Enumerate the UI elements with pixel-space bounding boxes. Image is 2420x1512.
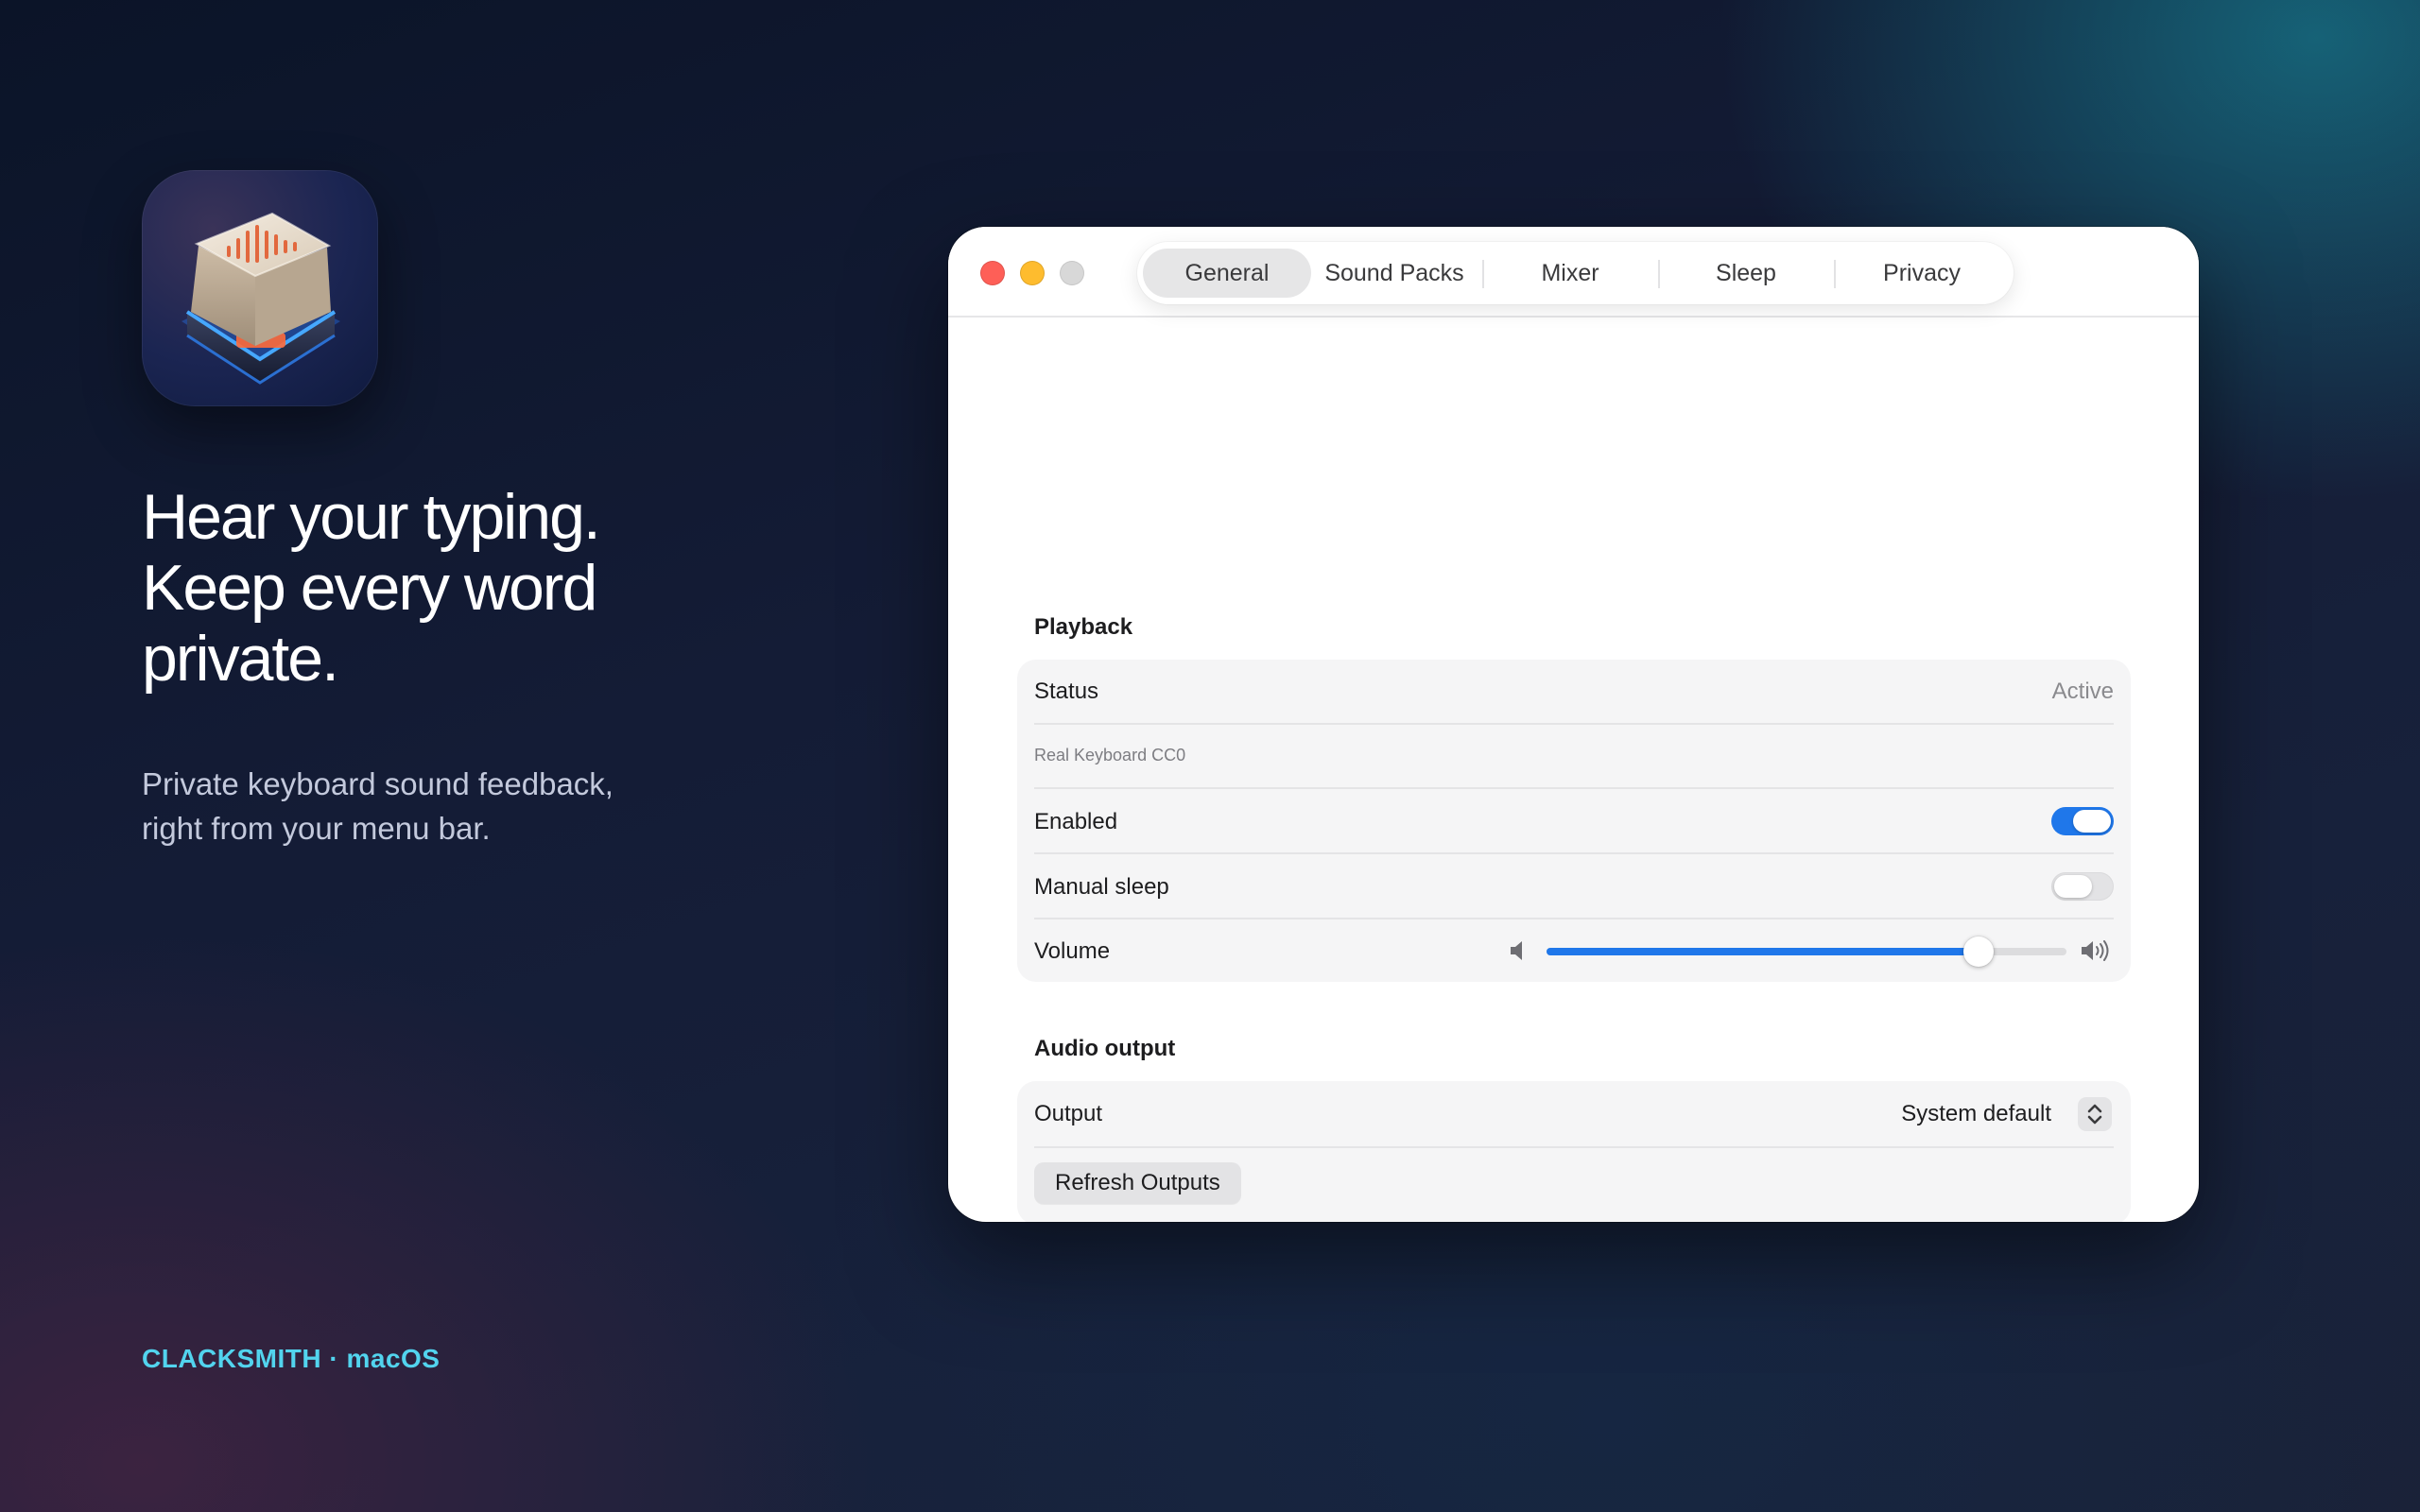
- tab-mixer[interactable]: Mixer: [1485, 249, 1655, 298]
- volume-row: Volume: [1034, 919, 2114, 982]
- manual-sleep-label: Manual sleep: [1034, 874, 1169, 900]
- tab-bar: General Sound Packs Mixer Sleep Privacy: [1137, 242, 2014, 304]
- status-row: Status Active: [1034, 660, 2114, 724]
- audio-output-section-title: Audio output: [1034, 1036, 1176, 1061]
- manual-sleep-toggle[interactable]: [2051, 872, 2114, 901]
- playback-group: Status Active Real Keyboard CC0 Enabled …: [1017, 660, 2131, 982]
- tab-privacy[interactable]: Privacy: [1837, 249, 2007, 298]
- general-pane: Playback Status Active Real Keyboard CC0…: [948, 318, 2199, 1222]
- speaker-high-icon: [2082, 940, 2109, 961]
- audio-output-group: Output System default Refresh Outputs: [1017, 1081, 2131, 1222]
- brand-label: CLACKSMITH · macOS: [142, 1344, 441, 1373]
- enabled-toggle[interactable]: [2051, 807, 2114, 835]
- volume-track[interactable]: [1547, 936, 2066, 967]
- subheadline-line: right from your menu bar.: [142, 811, 491, 846]
- tab-general[interactable]: General: [1143, 249, 1311, 298]
- volume-label: Volume: [1034, 938, 1111, 964]
- playback-section-title: Playback: [1034, 614, 1133, 640]
- tab-separator: [1482, 260, 1484, 288]
- keycap-soundwave-icon: [182, 212, 340, 385]
- refresh-outputs-button[interactable]: Refresh Outputs: [1034, 1162, 1241, 1204]
- output-select[interactable]: System default: [1901, 1101, 2051, 1127]
- settings-window: General Sound Packs Mixer Sleep Privacy …: [948, 227, 2199, 1222]
- sound-pack-row: Real Keyboard CC0: [1034, 725, 2114, 788]
- enabled-row: Enabled: [1034, 789, 2114, 853]
- volume-slider[interactable]: [1509, 932, 2114, 970]
- toggle-knob: [2073, 810, 2111, 833]
- tab-sound-packs[interactable]: Sound Packs: [1311, 249, 1478, 298]
- enabled-label: Enabled: [1034, 809, 1118, 834]
- app-icon: [142, 170, 378, 406]
- row-divider: [1034, 1146, 2114, 1148]
- output-row: Output System default: [1034, 1081, 2114, 1147]
- status-value: Active: [2051, 679, 2114, 704]
- speaker-low-icon: [1511, 941, 1522, 960]
- volume-fill: [1547, 948, 1979, 955]
- tab-separator: [1834, 260, 1836, 288]
- chevron-up-down-icon: [2087, 1104, 2102, 1125]
- volume-thumb[interactable]: [1963, 936, 1994, 967]
- toggle-knob: [2054, 875, 2092, 898]
- active-sound-pack: Real Keyboard CC0: [1034, 746, 1186, 765]
- output-label: Output: [1034, 1101, 1103, 1126]
- headline-line: private.: [142, 623, 339, 695]
- headline: Hear your typing. Keep every word privat…: [142, 482, 671, 695]
- zoom-window-button[interactable]: [1060, 261, 1084, 285]
- subheadline-line: Private keyboard sound feedback,: [142, 766, 614, 801]
- output-popup-button[interactable]: [2078, 1097, 2112, 1131]
- close-window-button[interactable]: [980, 261, 1005, 285]
- minimize-window-button[interactable]: [1020, 261, 1045, 285]
- tab-separator: [1658, 260, 1660, 288]
- headline-line: Hear your typing.: [142, 481, 601, 553]
- title-bar: General Sound Packs Mixer Sleep Privacy: [948, 227, 2199, 318]
- tab-sleep[interactable]: Sleep: [1661, 249, 1831, 298]
- headline-line: Keep every word: [142, 552, 597, 624]
- status-label: Status: [1034, 679, 1099, 704]
- subheadline: Private keyboard sound feedback, right f…: [142, 762, 633, 850]
- manual-sleep-row: Manual sleep: [1034, 854, 2114, 919]
